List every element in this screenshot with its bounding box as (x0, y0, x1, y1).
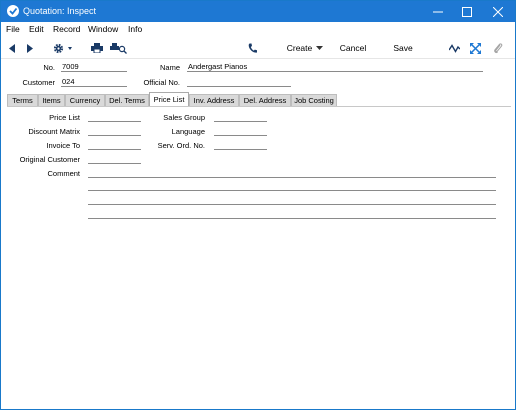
create-button-label: Create (286, 43, 313, 53)
invoice-to-label: Invoice To (46, 141, 80, 150)
name-label: Name (159, 63, 180, 72)
tab-terms[interactable]: Terms (7, 94, 38, 106)
serv-ord-no-label: Serv. Ord. No. (157, 141, 205, 150)
no-field[interactable]: 7009 (61, 62, 127, 72)
previous-record-icon[interactable] (5, 37, 19, 59)
expand-icon[interactable] (468, 37, 482, 59)
tab-divider (7, 106, 511, 107)
menu-file[interactable]: File (6, 24, 20, 34)
discount-matrix-label: Discount Matrix (28, 127, 80, 136)
tab-job-costing[interactable]: Job Costing (291, 94, 337, 106)
customer-field[interactable]: 024 (61, 77, 127, 87)
maximize-icon[interactable] (450, 1, 483, 22)
customer-label: Customer (22, 78, 55, 87)
name-field[interactable]: Andergast Pianos (187, 62, 483, 72)
comment-line (88, 177, 496, 178)
discount-matrix-field[interactable] (88, 126, 141, 136)
sales-group-field[interactable] (214, 112, 267, 122)
quotation-window: Quotation: Inspect File Edit Record Wind… (0, 0, 516, 410)
toolbar: Create Cancel Save (1, 37, 515, 59)
app-logo-icon (7, 5, 19, 17)
operations-gear-icon[interactable] (52, 37, 76, 59)
next-record-icon[interactable] (23, 37, 37, 59)
language-label: Language (171, 127, 205, 136)
phone-icon[interactable] (245, 37, 259, 59)
tab-price-list[interactable]: Price List (149, 92, 189, 107)
no-label: No. (43, 63, 55, 72)
chevron-down-icon (316, 45, 324, 50)
menu-bar: File Edit Record Window Info (1, 22, 515, 37)
save-button[interactable]: Save (389, 37, 417, 59)
cancel-button[interactable]: Cancel (336, 37, 370, 59)
print-preview-icon[interactable] (109, 37, 127, 59)
activity-icon[interactable] (447, 37, 461, 59)
comment-line (88, 218, 496, 219)
title-bar: Quotation: Inspect (1, 1, 515, 22)
comment-line (88, 204, 496, 205)
price-list-label: Price List (49, 113, 80, 122)
sales-group-label: Sales Group (163, 113, 205, 122)
price-list-field[interactable] (88, 112, 141, 122)
tab-inv-address[interactable]: Inv. Address (189, 94, 239, 106)
original-customer-field[interactable] (88, 154, 141, 164)
tab-del-terms[interactable]: Del. Terms (105, 94, 149, 106)
window-title: Quotation: Inspect (23, 6, 97, 16)
comment-line (88, 190, 496, 191)
language-field[interactable] (214, 126, 267, 136)
close-icon[interactable] (481, 1, 514, 22)
official-no-label: Official No. (143, 78, 180, 87)
menu-edit[interactable]: Edit (29, 24, 44, 34)
save-button-label: Save (393, 43, 413, 53)
serv-ord-no-field[interactable] (214, 140, 267, 150)
tab-currency[interactable]: Currency (65, 94, 105, 106)
menu-record[interactable]: Record (53, 24, 80, 34)
comment-label: Comment (47, 169, 80, 178)
menu-info[interactable]: Info (128, 24, 142, 34)
menu-window[interactable]: Window (88, 24, 118, 34)
attachment-icon[interactable] (491, 37, 505, 59)
tab-del-address[interactable]: Del. Address (239, 94, 291, 106)
cancel-button-label: Cancel (339, 43, 367, 53)
tab-items[interactable]: Items (38, 94, 65, 106)
print-icon[interactable] (90, 37, 104, 59)
create-button[interactable]: Create (285, 37, 325, 59)
official-no-field[interactable] (187, 77, 291, 87)
comment-textarea[interactable] (88, 167, 496, 219)
original-customer-label: Original Customer (19, 155, 80, 164)
invoice-to-field[interactable] (88, 140, 141, 150)
